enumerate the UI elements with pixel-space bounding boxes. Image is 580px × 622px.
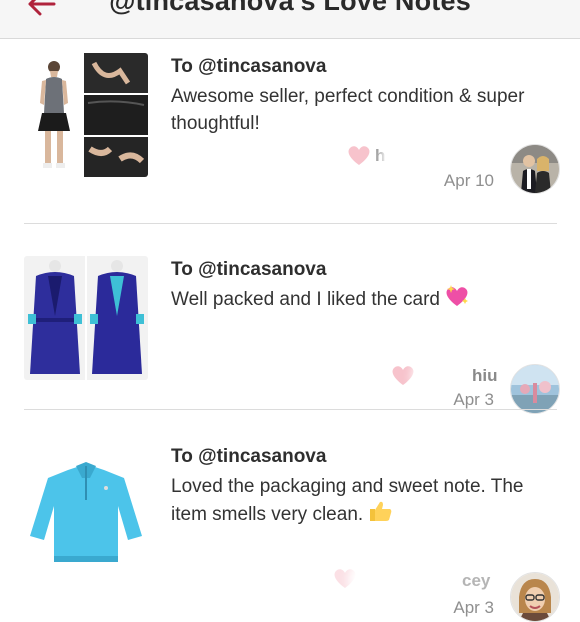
avatar[interactable] (510, 144, 560, 194)
note-date: Apr 3 (453, 598, 494, 617)
sender-name[interactable]: hiu (472, 366, 498, 386)
divider (24, 223, 557, 224)
recipient-label[interactable]: To @tincasanova (171, 56, 326, 78)
thumbs-up-icon (367, 500, 393, 530)
item-thumbnail[interactable] (24, 256, 148, 380)
heart-icon (332, 566, 358, 590)
item-thumbnail[interactable] (24, 444, 148, 568)
avatar[interactable] (510, 364, 560, 414)
note-message-text: Well packed and I liked the card (171, 289, 440, 311)
note-message-text: Loved the packaging and sweet note. The … (171, 476, 524, 526)
page-title: @tincasanova's Love Notes (109, 0, 471, 16)
divider (24, 409, 557, 410)
note-date: Apr 3 (453, 390, 494, 409)
heart-icon (346, 143, 372, 167)
redaction-blur (420, 363, 468, 391)
sender-name[interactable]: cey (462, 571, 490, 591)
note-message: Well packed and I liked the card (171, 284, 531, 316)
note-message: Loved the packaging and sweet note. The … (171, 473, 531, 530)
recipient-label[interactable]: To @tincasanova (171, 446, 326, 468)
redaction-blur (356, 566, 456, 594)
item-thumbnail[interactable] (24, 53, 148, 177)
sparkling-heart-icon (444, 284, 470, 316)
heart-icon (390, 363, 416, 387)
recipient-label[interactable]: To @tincasanova (171, 259, 326, 281)
redaction-blur (388, 143, 484, 171)
note-message: Awesome seller, perfect condition & supe… (171, 86, 525, 134)
note-date: Apr 10 (443, 171, 494, 190)
header-bar: @tincasanova's Love Notes (0, 0, 580, 39)
